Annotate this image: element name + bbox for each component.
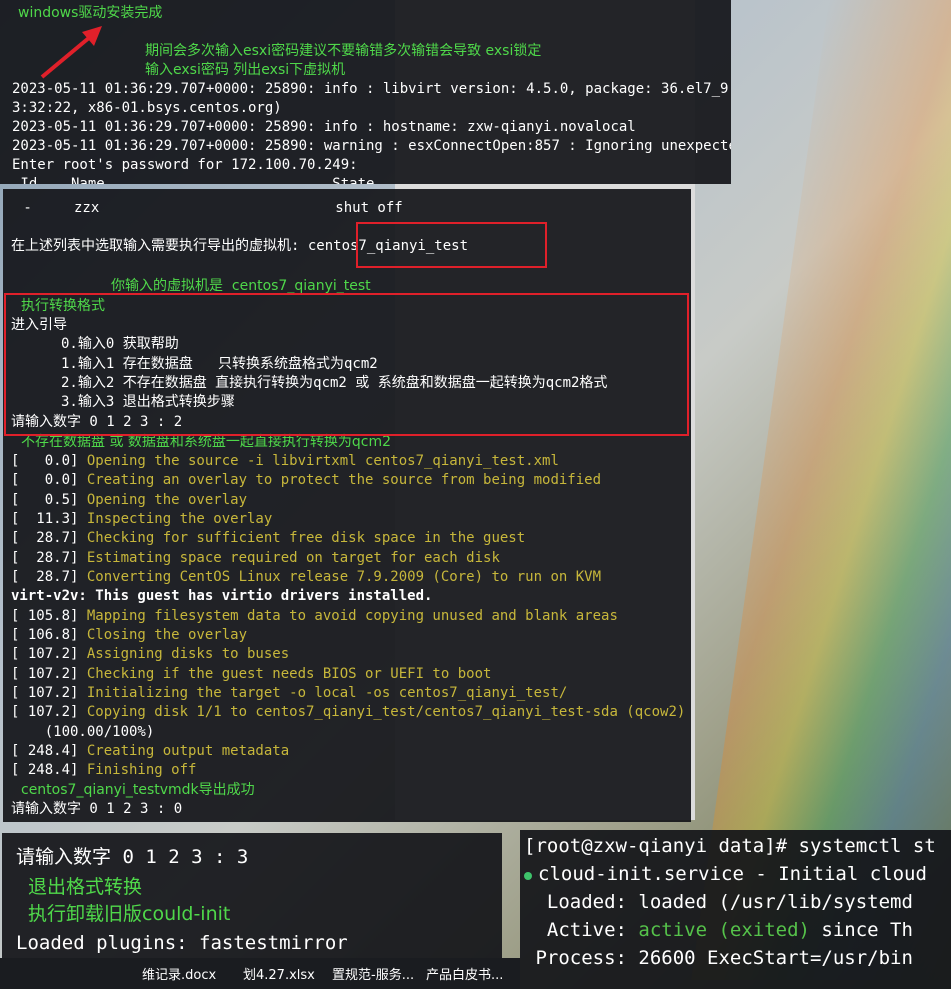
- taskbar-item[interactable]: 产品白皮书...: [426, 964, 503, 983]
- log-line: 3:32:22, x86-01.bsys.centos.org): [12, 100, 282, 116]
- taskbar-item[interactable]: 置规范-服务...: [332, 964, 414, 983]
- log-line: [ 107.2] Copying disk 1/1 to centos7_qia…: [11, 704, 686, 720]
- log-line: [ 105.8] Mapping filesystem data to avoi…: [11, 608, 618, 624]
- vm-row: - zzx shut off: [15, 200, 403, 216]
- log-line: [ 106.8] Closing the overlay: [11, 627, 248, 643]
- log-line: [ 11.3] Inspecting the overlay: [11, 511, 273, 527]
- active-state: active (exited): [638, 919, 810, 941]
- virtio-message: virt-v2v: This guest has virtio drivers …: [11, 588, 433, 604]
- password-prompt: Enter root's password for 172.100.70.249…: [12, 157, 358, 173]
- red-arrow-icon: [40, 26, 102, 79]
- taskbar-item[interactable]: 维记录.docx: [142, 964, 216, 983]
- status-dot-icon: [524, 872, 532, 880]
- log-line: [ 248.4] Finishing off: [11, 762, 197, 778]
- service-process: Process: 26600 ExecStart=/usr/bin: [524, 947, 913, 969]
- annotation-export-success: centos7_qianyi_testvmdk导出成功: [21, 782, 255, 798]
- log-line: [ 107.2] Checking if the guest needs BIO…: [11, 666, 492, 682]
- log-line: [ 28.7] Estimating space required on tar…: [11, 550, 500, 566]
- annotation-uninstall-cloud-init: 执行卸载旧版could-init: [28, 903, 231, 925]
- bottom-right-terminal-window[interactable]: [root@zxw-qianyi data]# systemctl st clo…: [520, 830, 951, 989]
- log-line: [ 107.2] Assigning disks to buses: [11, 646, 290, 662]
- highlight-box-vm-name: [356, 222, 547, 268]
- service-active: Active: active (exited) since Th: [524, 919, 913, 941]
- top-terminal-window[interactable]: windows驱动安装完成 期间会多次输入esxi密码建议不要输错多次输错会导致…: [0, 0, 731, 184]
- log-line: [ 28.7] Converting CentOS Linux release …: [11, 569, 602, 585]
- log-line: [ 248.4] Creating output metadata: [11, 743, 290, 759]
- vm-table-header: Id Name State: [12, 176, 375, 184]
- log-line: 2023-05-11 01:36:29.707+0000: 25890: inf…: [12, 81, 731, 97]
- annotation-driver-installed: windows驱动安装完成: [18, 5, 163, 21]
- highlight-box-menu: [4, 293, 689, 436]
- taskbar-item[interactable]: 划4.27.xlsx: [243, 964, 315, 983]
- annotation-exit-convert: 退出格式转换: [28, 876, 143, 898]
- exit-input-prompt: 请输入数字 0 1 2 3 : 3: [16, 846, 249, 868]
- log-line: [ 107.2] Initializing the target -o loca…: [11, 685, 568, 701]
- main-terminal-window[interactable]: - zzx shut off 在上述列表中选取输入需要执行导出的虚拟机: cen…: [3, 189, 691, 822]
- copy-progress: (100.00/100%): [11, 724, 155, 740]
- log-line: [ 0.0] Creating an overlay to protect th…: [11, 472, 602, 488]
- service-loaded: Loaded: loaded (/usr/lib/systemd: [524, 891, 913, 913]
- log-line: 2023-05-11 01:36:29.707+0000: 25890: inf…: [12, 119, 636, 135]
- log-line: [ 0.5] Opening the overlay: [11, 492, 248, 508]
- bottom-left-terminal-window[interactable]: 请输入数字 0 1 2 3 : 3 退出格式转换 执行卸载旧版could-ini…: [2, 833, 502, 958]
- plugins-line: Loaded plugins: fastestmirror: [16, 932, 348, 954]
- log-line: [ 28.7] Checking for sufficient free dis…: [11, 530, 526, 546]
- annotation-enter-password: 输入exsi密码 列出exsi下虚拟机: [145, 62, 346, 78]
- log-line: 2023-05-11 01:36:29.707+0000: 25890: war…: [12, 138, 731, 154]
- systemctl-command: [root@zxw-qianyi data]# systemctl st: [524, 835, 936, 857]
- final-input-prompt: 请输入数字 0 1 2 3 : 0: [11, 801, 183, 817]
- service-name: cloud-init.service - Initial cloud: [524, 860, 927, 888]
- log-line: [ 0.0] Opening the source -i libvirtxml …: [11, 453, 559, 469]
- annotation-password-warning: 期间会多次输入esxi密码建议不要输错多次输错会导致 exsi锁定: [145, 43, 542, 59]
